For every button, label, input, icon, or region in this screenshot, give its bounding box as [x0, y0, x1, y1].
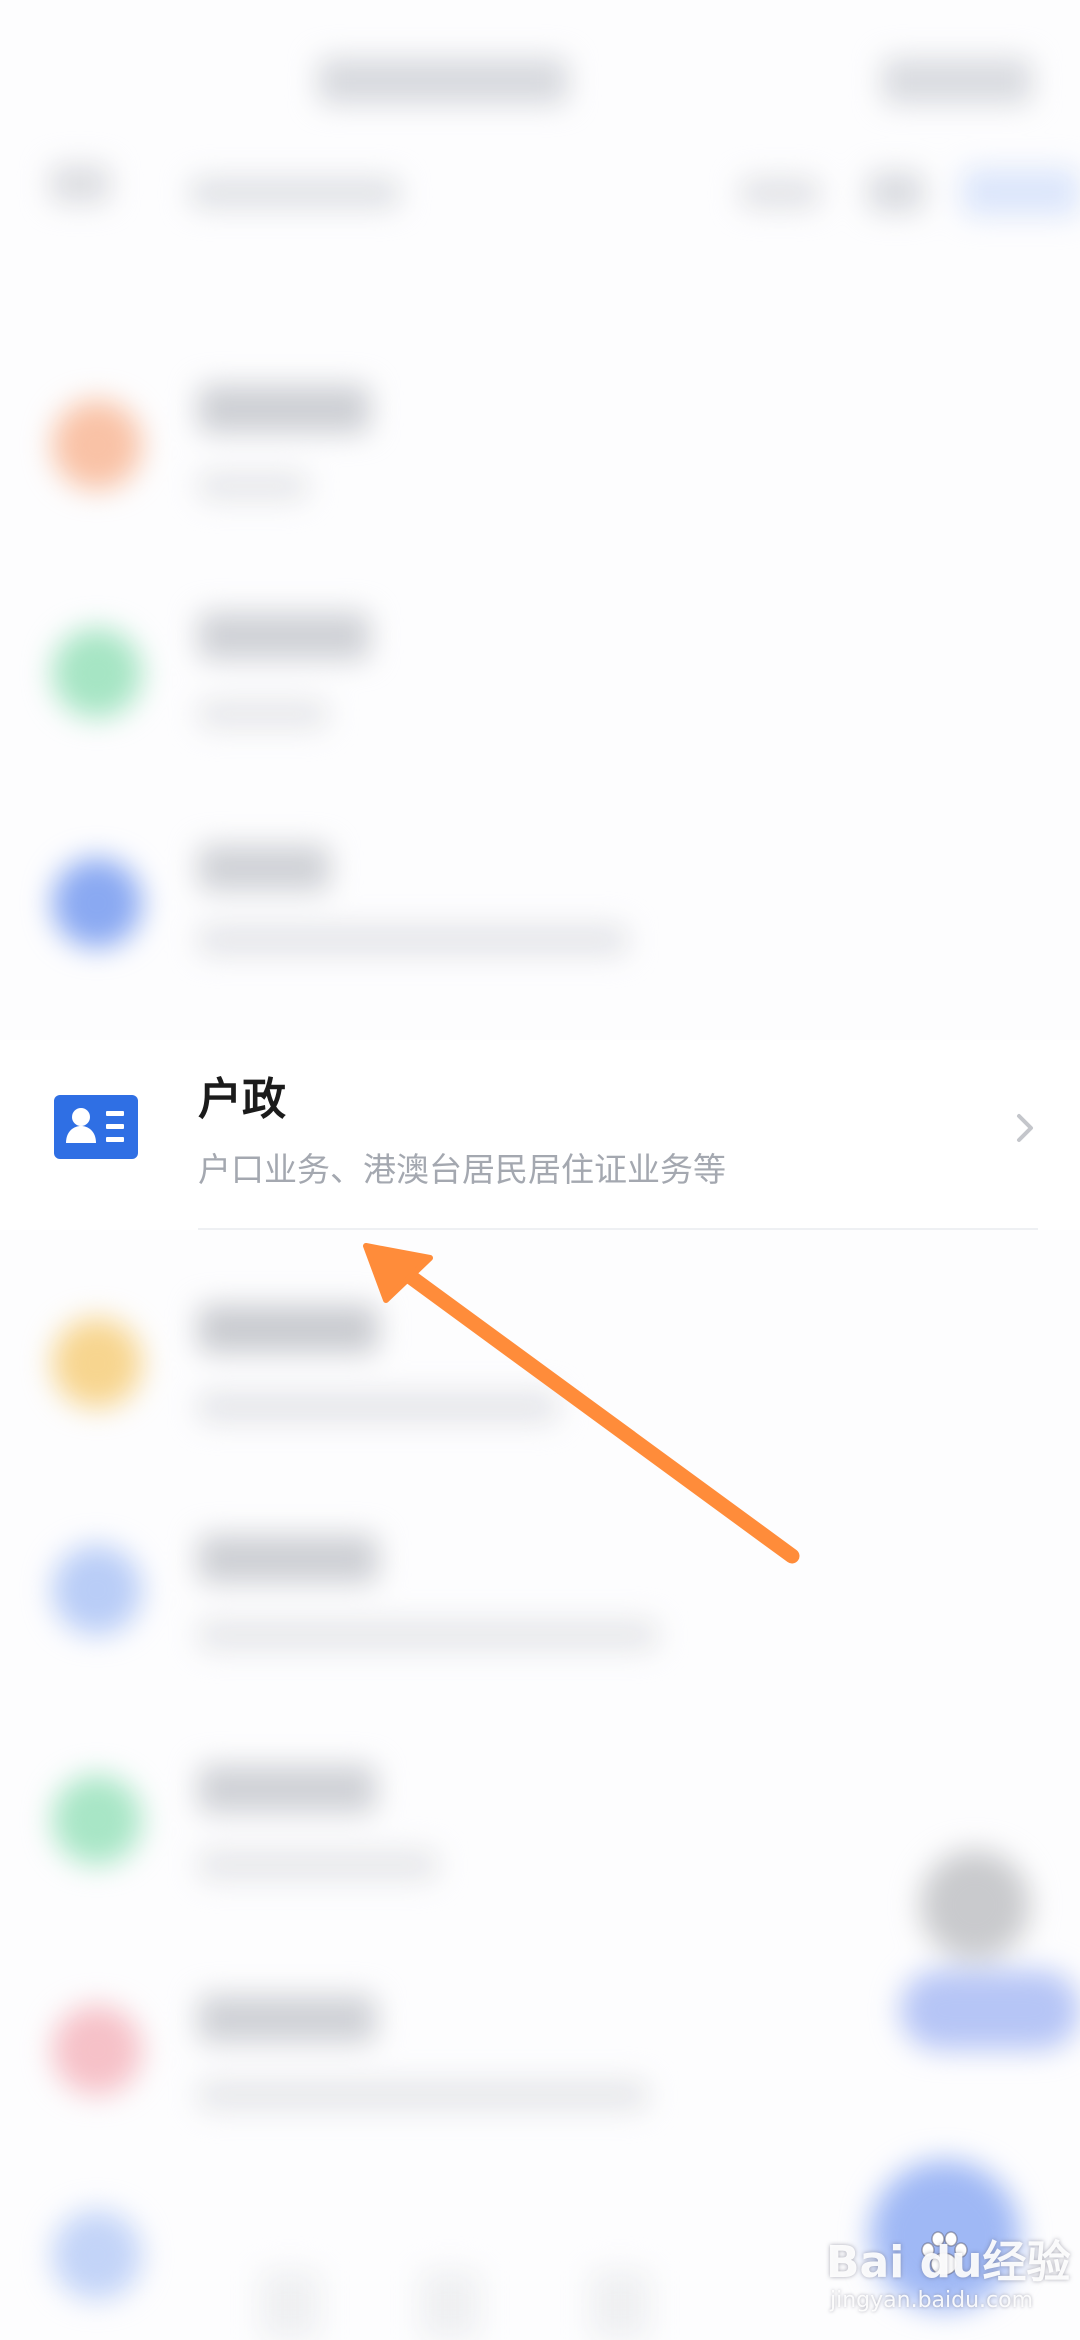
blurred-row6-desc [198, 1620, 658, 1650]
blurred-bottom-2 [420, 2270, 480, 2340]
watermark-brand: Bai du经验 [826, 2237, 1071, 2288]
blurred-icon-green [52, 628, 142, 718]
blurred-row5-title [198, 1305, 378, 1353]
blurred-row5-desc [198, 1392, 558, 1422]
blurred-icon-orange [52, 400, 142, 490]
blurred-filter [868, 172, 924, 212]
blurred-header-action [882, 58, 1032, 104]
blurred-row3-title [198, 845, 330, 891]
chevron-right-icon [1012, 1108, 1038, 1148]
blurred-row2-desc [198, 700, 328, 728]
screen: 户政 户口业务、港澳台居民居住证业务等 Bai du经验 jingyan.bai… [0, 0, 1080, 2340]
service-item-title: 户政 [198, 1074, 286, 1125]
blurred-row6-title [198, 1535, 378, 1583]
blurred-float-avatar [920, 1850, 1030, 1960]
blurred-header-title [318, 58, 568, 104]
blurred-bottom-1 [260, 2270, 320, 2340]
blurred-row1-desc [198, 472, 308, 500]
blurred-row8-title [198, 1995, 376, 2043]
id-card-icon [54, 1095, 138, 1159]
service-item-household[interactable]: 户政 户口业务、港澳台居民居住证业务等 [0, 1040, 1080, 1230]
blurred-icon-blue [52, 858, 142, 948]
blurred-row7-desc [198, 1850, 438, 1880]
blurred-back-icon [50, 165, 110, 203]
blurred-icon-yellow [52, 1318, 142, 1408]
blurred-search-text [190, 178, 400, 208]
watermark-url: jingyan.baidu.com [830, 2288, 1034, 2313]
blurred-icon-pink [52, 2005, 142, 2095]
row-divider [198, 1228, 1038, 1230]
blurred-tag [962, 168, 1080, 216]
blurred-row8-desc [198, 2080, 648, 2110]
blurred-float-button [900, 1970, 1080, 2050]
blurred-bottom-3 [590, 2270, 650, 2340]
blurred-row1-title [198, 385, 370, 433]
blurred-icon-green-2 [52, 1775, 142, 1865]
blurred-location [740, 178, 820, 208]
blurred-row7-title [198, 1765, 376, 1813]
blurred-icon-lightblue [52, 1545, 142, 1635]
blurred-row2-title [198, 612, 370, 660]
service-item-description: 户口业务、港澳台居民居住证业务等 [198, 1150, 726, 1189]
baidu-watermark: Bai du经验 jingyan.baidu.com [826, 2226, 1070, 2326]
blurred-row3-desc [198, 925, 628, 955]
blurred-icon-blue-2 [52, 2210, 142, 2300]
